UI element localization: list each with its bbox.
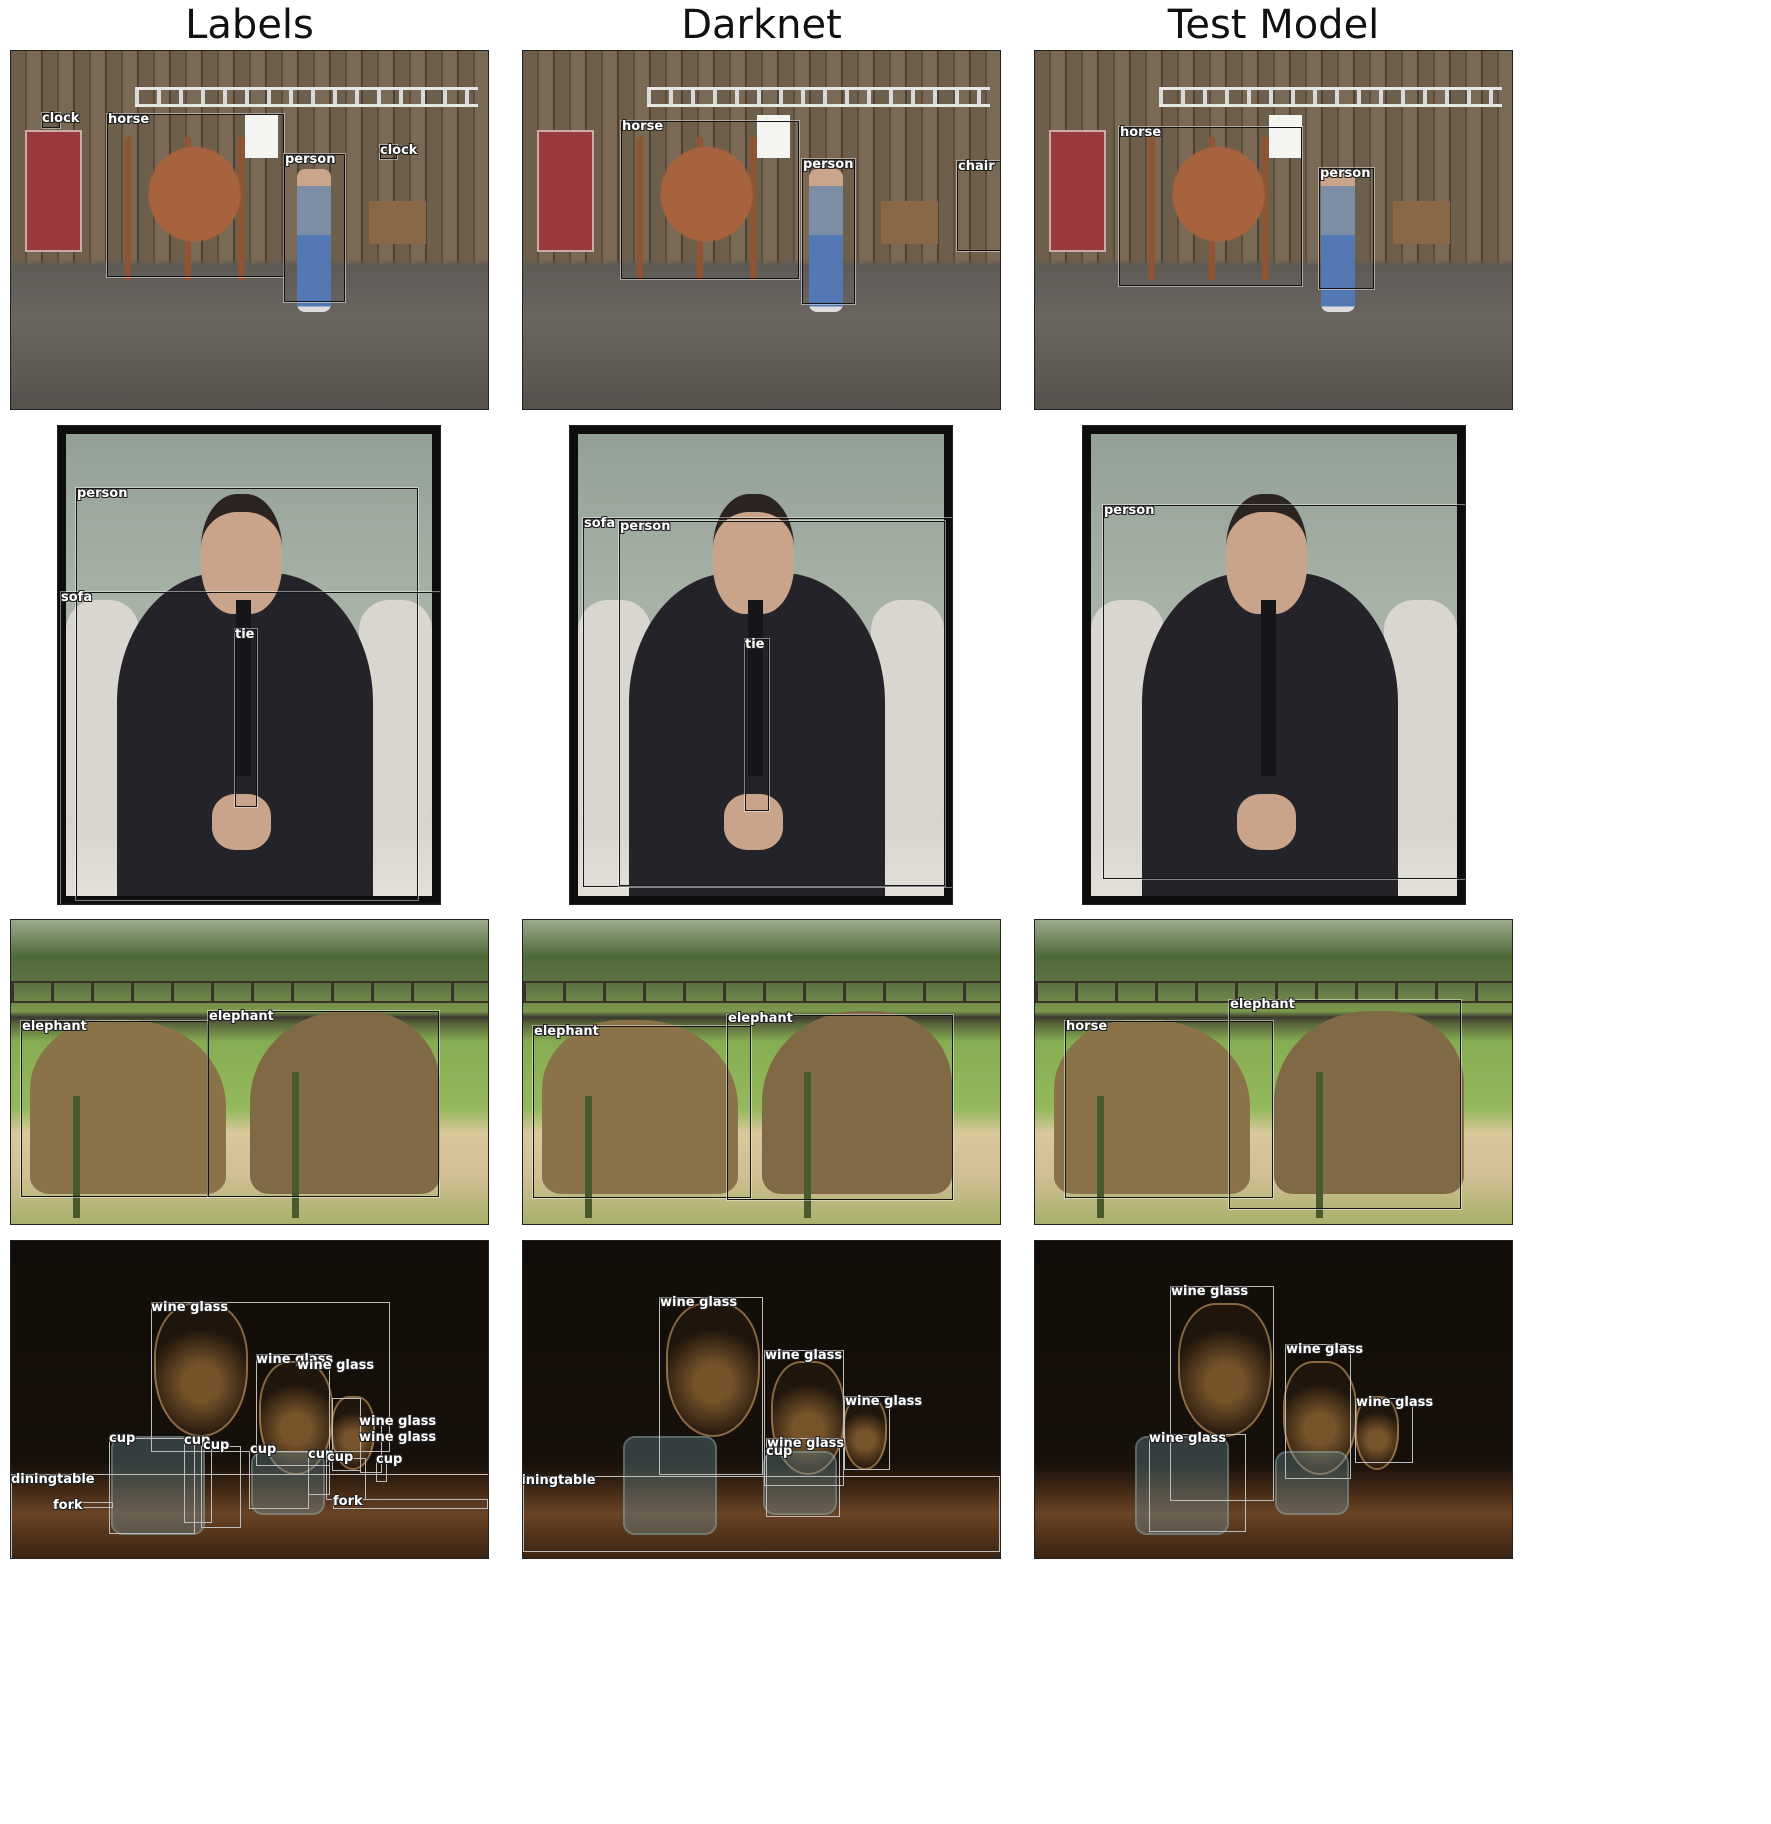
label-horse: horse (622, 119, 664, 134)
wine-panel-test-model: wine glass wine glass wine glass wine gl… (1034, 1240, 1513, 1559)
label-wine-glass: wine glass (297, 1358, 375, 1373)
label-elephant: elephant (22, 1019, 87, 1034)
label-tie: tie (235, 627, 255, 642)
label-wine-glass: wine glass (359, 1414, 437, 1429)
label-fork: fork (333, 1494, 363, 1509)
label-wine-glass: wine glass (765, 1348, 843, 1363)
sofa-panel-darknet: sofa person tie (569, 425, 953, 905)
wine-panel-labels: wine glass wine glass wine glass wine gl… (10, 1240, 489, 1559)
barn-panel-darknet: horse person chair (522, 50, 1001, 410)
label-elephant: elephant (209, 1009, 274, 1024)
label-horse: horse (1066, 1019, 1108, 1034)
label-wine-glass: wine glass (151, 1300, 229, 1315)
label-wine-glass: wine glass (359, 1430, 437, 1445)
label-wine-glass: wine glass (1286, 1342, 1364, 1357)
bbox-person (1319, 168, 1374, 289)
label-cup: cup (203, 1438, 230, 1453)
bbox-elephant (1229, 1000, 1461, 1209)
label-elephant: elephant (728, 1011, 793, 1026)
label-person: person (285, 152, 336, 167)
bbox-person (284, 154, 345, 302)
elephants-panel-test-model: horse elephant (1034, 919, 1513, 1225)
label-wine-glass: wine glass (660, 1295, 738, 1310)
sofa-panel-test-model: person (1082, 425, 1466, 905)
label-person: person (77, 486, 128, 501)
label-diningtable: diningtable (523, 1473, 596, 1488)
label-chair: chair (958, 159, 995, 174)
label-person: person (803, 157, 854, 172)
elephants-panel-darknet: elephant elephant (522, 919, 1001, 1225)
bbox-wine-glass (1285, 1344, 1351, 1479)
sofa-panel-labels: person sofa tie (57, 425, 441, 905)
bbox-person (802, 159, 855, 304)
label-sofa: sofa (584, 516, 616, 531)
label-clock: clock (380, 143, 418, 158)
label-wine-glass: wine glass (1356, 1395, 1434, 1410)
bbox-person (619, 521, 945, 886)
label-horse: horse (108, 112, 150, 127)
label-cup: cup (376, 1452, 403, 1467)
label-cup: cup (109, 1431, 136, 1446)
label-elephant: elephant (1230, 997, 1295, 1012)
label-clock: clock (42, 111, 80, 126)
bbox-tie (745, 639, 769, 811)
bbox-elephant (727, 1015, 953, 1200)
label-wine-glass: wine glass (1149, 1431, 1227, 1446)
label-person: person (1320, 166, 1371, 181)
bbox-horse (107, 114, 284, 277)
elephants-panel-labels: elephant elephant (10, 919, 489, 1225)
bbox-elephant (208, 1011, 439, 1197)
label-cup: cup (250, 1442, 277, 1457)
column-title-test-model: Test Model (1167, 2, 1380, 48)
bbox-elephant (21, 1021, 208, 1197)
label-fork: fork (53, 1498, 83, 1513)
label-diningtable: diningtable (11, 1472, 95, 1487)
barn-panel-test-model: horse person (1034, 50, 1513, 410)
bbox-person (1103, 505, 1465, 879)
column-title-labels: Labels (185, 2, 314, 48)
bbox-wine-glass (659, 1297, 763, 1475)
label-cup: cup (766, 1444, 793, 1459)
bbox-elephant (533, 1026, 751, 1198)
label-sofa: sofa (61, 590, 93, 605)
barn-panel-labels: clock horse person clock (10, 50, 489, 410)
label-cup: cup (327, 1450, 354, 1465)
label-horse: horse (1120, 125, 1162, 140)
bbox-horse (621, 121, 799, 279)
label-wine-glass: wine glass (1171, 1284, 1249, 1299)
wine-panel-darknet: wine glass wine glass wine glass wine gl… (522, 1240, 1001, 1559)
label-person: person (1104, 503, 1155, 518)
label-tie: tie (745, 637, 765, 652)
bbox-wine-glass (1149, 1434, 1246, 1532)
bbox-tie (235, 629, 257, 807)
label-wine-glass: wine glass (845, 1394, 923, 1409)
column-title-darknet: Darknet (681, 2, 842, 48)
label-elephant: elephant (534, 1024, 599, 1039)
bbox-horse (1119, 127, 1302, 286)
label-person: person (620, 519, 671, 534)
bbox-chair (957, 161, 1000, 251)
